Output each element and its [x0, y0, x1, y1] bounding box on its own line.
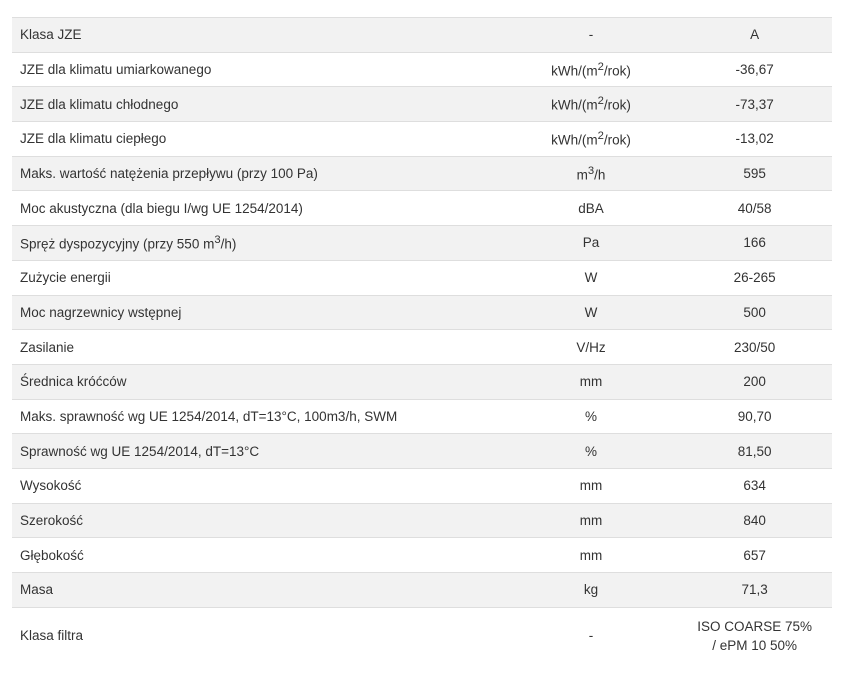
parameter-value: 81,50 — [737, 443, 772, 459]
parameter-name: Średnica króćców — [20, 374, 127, 390]
table-row: Sprawność wg UE 1254/2014, dT=13°C % 81,… — [12, 433, 832, 469]
parameter-unit: % — [584, 408, 597, 424]
parameter-name: Masa — [20, 582, 54, 598]
parameter-name: Maks. wartość natężenia przepływu (przy … — [20, 166, 318, 182]
table-row: Moc nagrzewnicy wstępnej W 500 — [12, 295, 832, 330]
specification-table: Klasa JZE - A JZE dla klimatu umiarkowan… — [12, 17, 832, 664]
parameter-unit: mm — [579, 374, 603, 390]
parameter-unit: Pa — [582, 235, 600, 251]
parameter-name: Zasilanie — [20, 339, 75, 355]
parameter-unit: - — [504, 607, 678, 664]
table-row: Wysokość mm 634 — [12, 468, 832, 503]
parameter-value: 657 — [743, 547, 766, 563]
parameter-unit: V/Hz — [576, 339, 606, 355]
parameter-name: Zużycie energii — [20, 270, 111, 286]
table-row: Zasilanie V/Hz 230/50 — [12, 329, 832, 365]
parameter-unit: kWh/(m2/rok) — [551, 130, 631, 148]
value-line: ISO COARSE 75% — [697, 618, 813, 634]
parameter-value: 200 — [743, 374, 766, 390]
parameter-value: 840 — [743, 512, 766, 528]
table-row: Spręż dyspozycyjny (przy 550 m3/h) Pa 16… — [12, 225, 832, 261]
parameter-value: 595 — [743, 166, 766, 182]
parameter-value: -13,02 — [735, 131, 774, 147]
parameter-value: ISO COARSE 75% / ePM 10 50% — [677, 607, 832, 664]
table-row: Klasa JZE - A — [12, 17, 832, 53]
parameter-unit: W — [584, 304, 598, 320]
parameter-unit: dBA — [578, 200, 604, 216]
parameter-unit: - — [588, 27, 594, 43]
parameter-value: 90,70 — [737, 408, 772, 424]
parameter-name: JZE dla klimatu umiarkowanego — [20, 62, 212, 78]
parameter-value: 26-265 — [733, 270, 776, 286]
table-row: Moc akustyczna (dla biegu I/wg UE 1254/2… — [12, 190, 832, 226]
parameter-unit: m3/h — [576, 164, 606, 183]
table-row: Masa kg 71,3 — [12, 572, 832, 608]
parameter-unit: kWh/(m2/rok) — [551, 95, 631, 113]
table-row: JZE dla klimatu ciepłego kWh/(m2/rok) -1… — [12, 121, 832, 157]
parameter-unit: kg — [583, 582, 599, 598]
parameter-value: 634 — [743, 478, 766, 494]
table-row: JZE dla klimatu chłodnego kWh/(m2/rok) -… — [12, 86, 832, 122]
table-row: Średnica króćców mm 200 — [12, 364, 832, 400]
parameter-name: JZE dla klimatu ciepłego — [20, 131, 167, 147]
parameter-unit: W — [584, 270, 598, 286]
parameter-unit: kWh/(m2/rok) — [551, 60, 631, 79]
parameter-unit: mm — [579, 478, 603, 494]
parameter-value: 71,3 — [741, 582, 768, 598]
parameter-name: Maks. sprawność wg UE 1254/2014, dT=13°C… — [20, 408, 398, 424]
table-row: JZE dla klimatu umiarkowanego kWh/(m2/ro… — [12, 52, 832, 87]
parameter-unit: % — [584, 443, 597, 459]
table-row: Głębokość mm 657 — [12, 537, 832, 573]
parameter-name: Moc nagrzewnicy wstępnej — [20, 304, 182, 320]
parameter-value: -36,67 — [735, 62, 774, 78]
parameter-value: A — [750, 27, 760, 43]
parameter-unit: mm — [579, 512, 603, 528]
parameter-value: -73,37 — [735, 96, 774, 112]
table-row: Zużycie energii W 26-265 — [12, 260, 832, 295]
parameter-value: 500 — [743, 304, 766, 320]
table-row: Maks. wartość natężenia przepływu (przy … — [12, 156, 832, 191]
parameter-name: Moc akustyczna (dla biegu I/wg UE 1254/2… — [20, 200, 303, 216]
parameter-value: 166 — [743, 235, 766, 251]
parameter-name: Klasa JZE — [20, 27, 82, 43]
table-row: Maks. sprawność wg UE 1254/2014, dT=13°C… — [12, 399, 832, 434]
value-line: / ePM 10 50% — [712, 637, 798, 653]
parameter-name: Klasa filtra — [12, 607, 505, 664]
parameter-name: JZE dla klimatu chłodnego — [20, 96, 179, 112]
parameter-name: Spręż dyspozycyjny (przy 550 m3/h) — [20, 234, 237, 252]
parameter-name: Głębokość — [20, 547, 84, 563]
parameter-name: Wysokość — [20, 478, 82, 494]
table-row: Klasa filtra - ISO COARSE 75% / ePM 10 50… — [12, 607, 832, 664]
parameter-unit: mm — [579, 547, 603, 563]
table-row: Szerokość mm 840 — [12, 503, 832, 538]
parameter-name: Sprawność wg UE 1254/2014, dT=13°C — [20, 443, 260, 459]
parameter-value: 40/58 — [737, 200, 772, 216]
parameter-name: Szerokość — [20, 512, 84, 528]
parameter-value: 230/50 — [734, 339, 776, 355]
